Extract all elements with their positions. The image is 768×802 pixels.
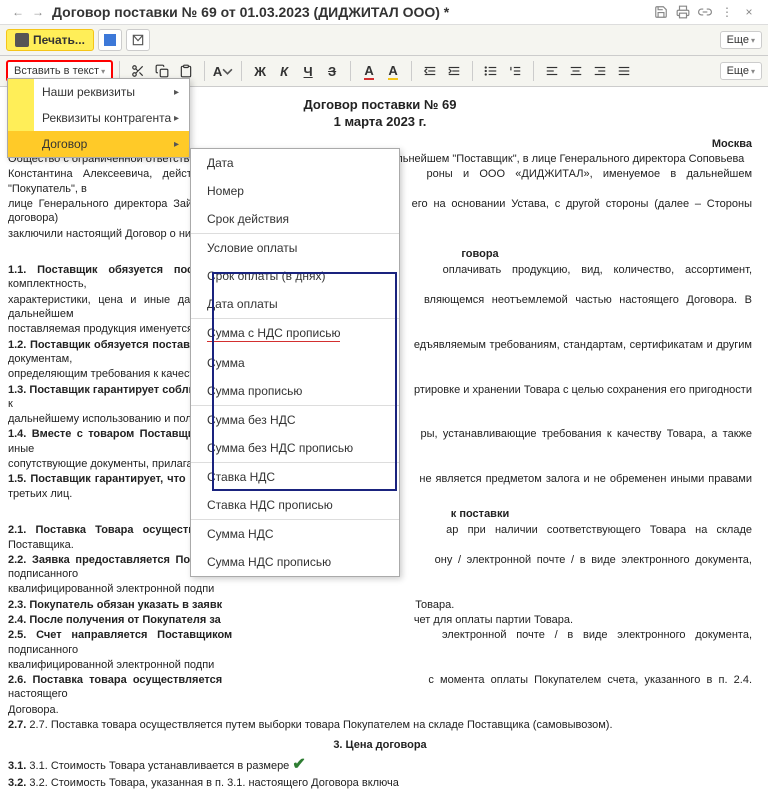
align-left-button[interactable] (540, 60, 564, 82)
doc-line: Договора. (8, 703, 752, 717)
submenu-sum-vat-words[interactable]: Сумма с НДС прописью (191, 319, 399, 349)
italic-button[interactable]: К (272, 60, 296, 82)
chevron-down-icon: ▾ (101, 67, 105, 76)
submenu-pay-cond[interactable]: Условие оплаты (191, 234, 399, 262)
doc-line: 2.4. После получения от Покупателя за че… (8, 613, 752, 627)
more-icon[interactable]: ⋮ (719, 4, 735, 20)
underline-button[interactable]: Ч (296, 60, 320, 82)
print-button[interactable]: Печать... (6, 29, 94, 51)
save-button[interactable] (98, 29, 122, 51)
window-title: Договор поставки № 69 от 01.03.2023 (ДИД… (48, 4, 650, 20)
send-button[interactable] (126, 29, 150, 51)
doc-line: квалифицированной электронной подпи (8, 658, 752, 672)
highlight-button[interactable]: A (381, 60, 405, 82)
outdent-button[interactable] (418, 60, 442, 82)
font-size-button[interactable]: A (211, 60, 235, 82)
align-right-button[interactable] (588, 60, 612, 82)
insert-menu: Наши реквизиты▸ Реквизиты контрагента▸ Д… (7, 78, 190, 158)
link-icon[interactable] (697, 4, 713, 20)
doc-line: 2.3. Покупатель обязан указать в заявк Т… (8, 598, 752, 612)
submenu-vat-rate-words[interactable]: Ставка НДС прописью (191, 491, 399, 519)
submenu-vat-sum-words[interactable]: Сумма НДС прописью (191, 548, 399, 576)
doc-line: 3.2. 3.2. Стоимость Товара, указанная в … (8, 776, 752, 790)
bold-button[interactable]: Ж (248, 60, 272, 82)
align-justify-button[interactable] (612, 60, 636, 82)
font-color-button[interactable]: A (357, 60, 381, 82)
check-icon: ✔ (292, 756, 305, 773)
submenu-date[interactable]: Дата (191, 149, 399, 177)
more-menu-2[interactable]: Еще ▾ (720, 62, 762, 80)
submenu-number[interactable]: Номер (191, 177, 399, 205)
submenu-validity[interactable]: Срок действия (191, 205, 399, 233)
bullet-list-button[interactable] (479, 60, 503, 82)
menu-item-contract[interactable]: Договор▸ (8, 131, 189, 157)
menu-item-our-details[interactable]: Наши реквизиты▸ (8, 79, 189, 105)
chevron-right-icon: ▸ (174, 87, 179, 98)
doc-line: 2.7. 2.7. Поставка товара осуществляется… (8, 718, 752, 732)
more-label: Еще (727, 34, 749, 46)
chevron-down-icon: ▾ (751, 67, 755, 76)
doc-line: квалифицированной электронной подпи (8, 582, 752, 596)
print-icon[interactable] (675, 4, 691, 20)
save-icon[interactable] (653, 4, 669, 20)
chevron-right-icon: ▸ (174, 139, 179, 150)
align-center-button[interactable] (564, 60, 588, 82)
chevron-down-icon: ▾ (751, 36, 755, 45)
doc-line: 2.6. Поставка товара осуществляется с мо… (8, 673, 752, 702)
submenu-sum-words[interactable]: Сумма прописью (191, 377, 399, 405)
submenu-sum-novat-words[interactable]: Сумма без НДС прописью (191, 434, 399, 462)
submenu-sum-novat[interactable]: Сумма без НДС (191, 406, 399, 434)
indent-button[interactable] (442, 60, 466, 82)
chevron-right-icon: ▸ (174, 113, 179, 124)
submenu-sum[interactable]: Сумма (191, 349, 399, 377)
insert-label: Вставить в текст (14, 65, 99, 77)
doc-line: 2.5. Счет направляется Поставщиком элект… (8, 628, 752, 657)
nav-fwd-icon[interactable]: → (28, 5, 48, 19)
close-icon[interactable]: × (741, 4, 757, 20)
print-label: Печать... (33, 33, 85, 47)
more-label: Еще (727, 65, 749, 77)
menu-item-contragent-details[interactable]: Реквизиты контрагента▸ (8, 105, 189, 131)
more-menu-1[interactable]: Еще ▾ (720, 31, 762, 49)
submenu-pay-days[interactable]: Срок оплаты (в днях) (191, 262, 399, 290)
nav-back-icon[interactable]: ← (8, 5, 28, 19)
strike-button[interactable]: З (320, 60, 344, 82)
section-header: 3. Цена договора (8, 738, 752, 752)
submenu-vat-sum[interactable]: Сумма НДС (191, 520, 399, 548)
diskette-icon (104, 34, 116, 46)
number-list-button[interactable] (503, 60, 527, 82)
submenu-pay-date[interactable]: Дата оплаты (191, 290, 399, 318)
doc-line: 3.1. 3.1. Стоимость Товара устанавливает… (8, 755, 752, 776)
submenu-vat-rate[interactable]: Ставка НДС (191, 463, 399, 491)
contract-submenu: Дата Номер Срок действия Условие оплаты … (190, 148, 400, 577)
printer-icon (15, 33, 29, 47)
